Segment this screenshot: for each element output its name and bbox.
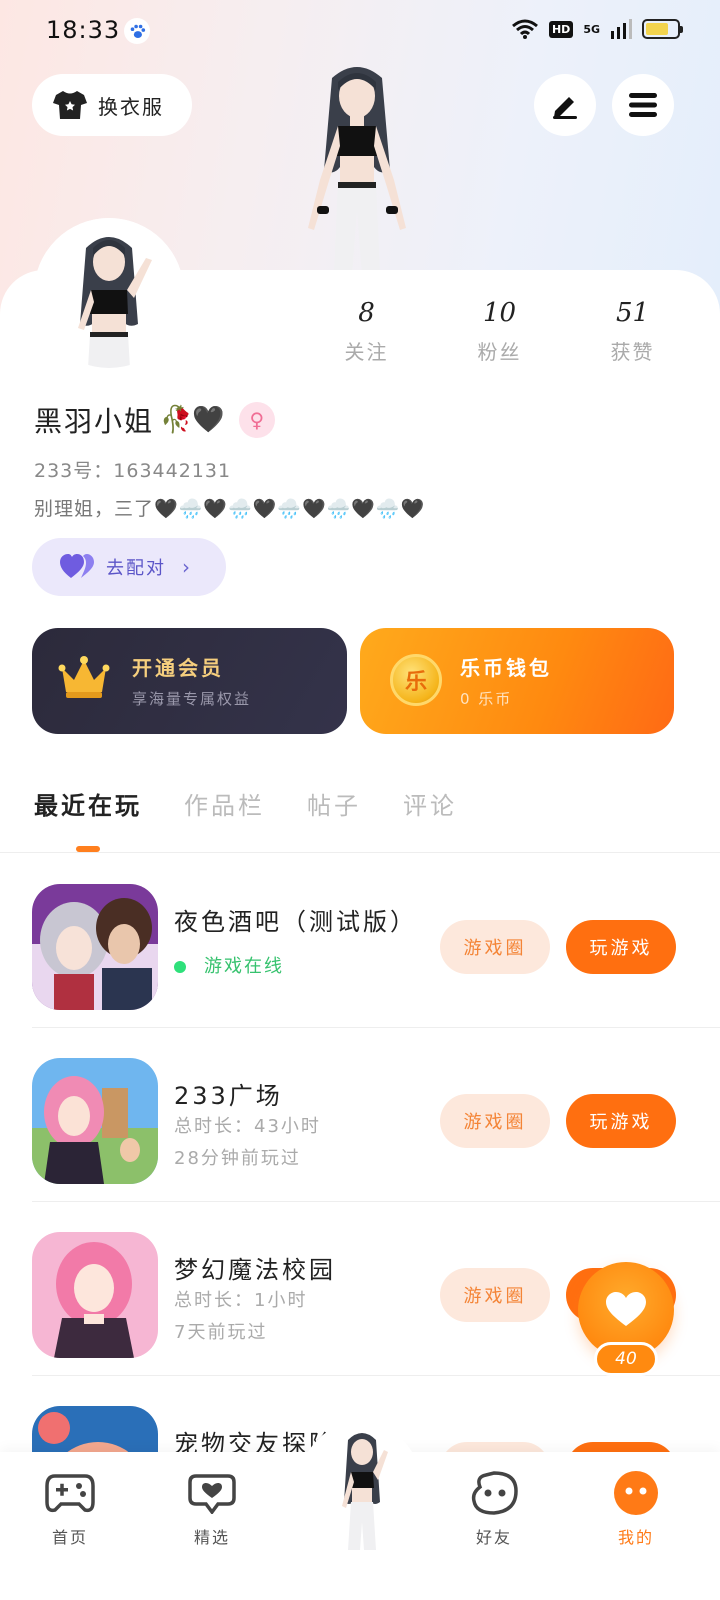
me-face-icon <box>586 1470 686 1516</box>
play-game-button[interactable]: 玩游戏 <box>566 920 676 974</box>
nav-home[interactable]: 首页 <box>20 1470 120 1548</box>
wifi-icon <box>512 19 538 39</box>
nav-friends-label: 好友 <box>475 1528 512 1547</box>
tab-recent-play[interactable]: 最近在玩 <box>34 786 142 821</box>
list-item[interactable]: 夜色酒吧（测试版） 游戏在线 游戏圈 玩游戏 <box>0 854 720 1028</box>
vip-title: 开通会员 <box>132 656 224 680</box>
game-name: 夜色酒吧（测试版） <box>174 908 417 936</box>
match-button[interactable]: 去配对 › <box>32 538 226 596</box>
status-bar: 18:33 HD 5G <box>0 0 720 64</box>
game-online-status: 游戏在线 <box>174 952 284 978</box>
chevron-right-icon: › <box>182 555 190 579</box>
stat-followers[interactable]: 10 粉丝 <box>433 298 566 365</box>
stat-likes-label: 获赞 <box>610 340 655 364</box>
change-outfit-label: 换衣服 <box>98 94 164 119</box>
nav-featured-label: 精选 <box>193 1528 230 1547</box>
game-circle-button[interactable]: 游戏圈 <box>440 1094 550 1148</box>
wallet-title: 乐币钱包 <box>460 656 552 680</box>
crown-icon <box>58 656 110 698</box>
female-gender-icon: ♀ <box>238 402 275 438</box>
stat-following-label: 关注 <box>344 340 389 364</box>
game-last-played: 28分钟前玩过 <box>174 1148 301 1169</box>
stat-followers-label: 粉丝 <box>477 340 522 364</box>
like-count-badge: 40 <box>594 1342 658 1376</box>
profile-name: 黑羽小姐 <box>34 405 155 438</box>
tab-works[interactable]: 作品栏 <box>184 786 265 821</box>
play-game-button[interactable]: 玩游戏 <box>566 1094 676 1148</box>
profile-name-emoji: 🥀🖤 <box>160 405 225 435</box>
battery-icon <box>642 19 683 39</box>
hd-badge: HD <box>548 20 574 38</box>
profile-uid[interactable]: 233号：163442131 <box>34 456 231 483</box>
list-item[interactable]: 233广场 总时长：43小时 28分钟前玩过 游戏圈 玩游戏 <box>0 1028 720 1202</box>
game-icon-magic-school <box>32 1232 158 1358</box>
edit-profile-button[interactable] <box>534 74 596 136</box>
gamepad-icon <box>20 1470 120 1516</box>
heart-icon <box>606 1292 646 1326</box>
double-heart-icon <box>60 554 94 578</box>
vip-subtitle: 享海量专属权益 <box>132 690 252 708</box>
game-circle-button[interactable]: 游戏圈 <box>440 1268 550 1322</box>
avatar[interactable] <box>34 218 184 368</box>
stat-following[interactable]: 8 关注 <box>300 298 433 365</box>
stat-followers-value: 10 <box>482 298 517 328</box>
tshirt-icon <box>53 91 87 119</box>
status-icons: HD 5G <box>511 18 683 40</box>
game-duration: 总时长：43小时 <box>174 1116 321 1137</box>
menu-button[interactable] <box>612 74 674 136</box>
change-outfit-button[interactable]: 换衣服 <box>32 74 192 136</box>
profile-bio: 别理姐，三了🖤🌧️🖤🌧️🖤🌧️🖤🌧️🖤🌧️🖤 <box>34 498 426 520</box>
nav-home-label: 首页 <box>51 1528 88 1547</box>
stat-likes[interactable]: 51 获赞 <box>566 298 699 365</box>
status-time: 18:33 <box>46 16 121 44</box>
signal-icon <box>611 19 632 39</box>
nav-me[interactable]: 我的 <box>586 1470 686 1548</box>
nav-friends[interactable]: 好友 <box>444 1470 544 1548</box>
network-type: 5G <box>583 22 600 36</box>
heart-chat-icon <box>162 1470 262 1516</box>
tab-divider <box>0 852 720 853</box>
stat-following-value: 8 <box>358 298 375 328</box>
game-name: 233广场 <box>174 1082 283 1110</box>
game-icon-night-bar <box>32 884 158 1010</box>
avatar-3d-figure[interactable] <box>282 60 432 274</box>
game-online-text: 游戏在线 <box>204 956 284 977</box>
stat-likes-value: 51 <box>615 298 650 328</box>
game-duration: 总时长：1小时 <box>174 1290 308 1311</box>
nav-featured[interactable]: 精选 <box>162 1470 262 1548</box>
game-last-played: 7天前玩过 <box>174 1322 268 1343</box>
coin-icon: 乐 <box>390 654 442 706</box>
pen-icon <box>553 97 577 119</box>
friend-face-icon <box>444 1470 544 1516</box>
paw-icon <box>124 18 150 44</box>
menu-icon <box>629 93 657 117</box>
match-label: 去配对 <box>106 558 166 579</box>
wallet-balance: 0 乐币 <box>460 690 513 708</box>
avatar-icon[interactable] <box>322 1426 402 1554</box>
profile-name-row: 黑羽小姐 🥀🖤 ♀ <box>34 400 275 440</box>
profile-tabs: 最近在玩 作品栏 帖子 评论 <box>34 786 457 821</box>
profile-stats: 8 关注 10 粉丝 51 获赞 <box>300 298 700 365</box>
game-circle-button[interactable]: 游戏圈 <box>440 920 550 974</box>
tab-posts[interactable]: 帖子 <box>307 786 361 821</box>
game-icon-233-plaza <box>32 1058 158 1184</box>
nav-me-label: 我的 <box>617 1528 654 1547</box>
coin-wallet-card[interactable]: 乐 乐币钱包 0 乐币 <box>360 628 674 734</box>
tab-comments[interactable]: 评论 <box>403 786 457 821</box>
vip-membership-card[interactable]: 开通会员 享海量专属权益 <box>32 628 347 734</box>
online-dot-icon <box>174 961 186 973</box>
game-name: 梦幻魔法校园 <box>174 1256 336 1284</box>
